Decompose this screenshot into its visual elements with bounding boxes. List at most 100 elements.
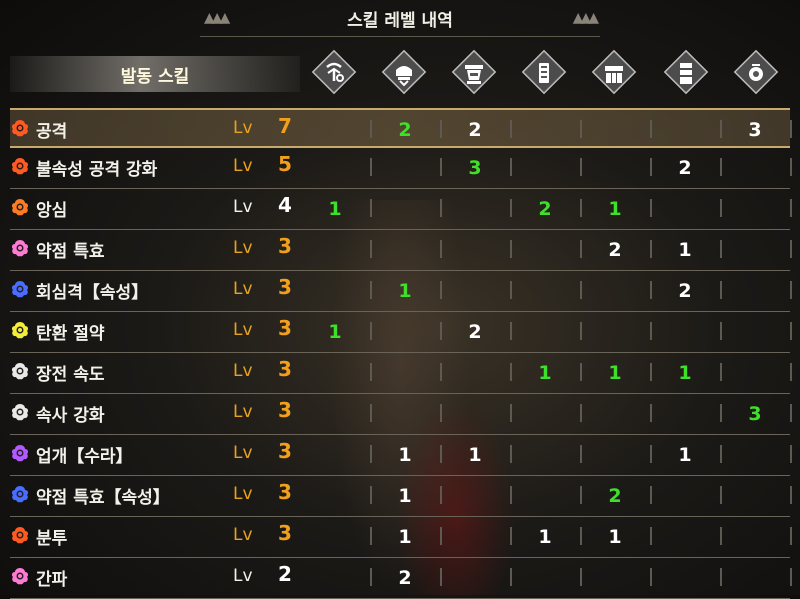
column-separator [370, 363, 372, 381]
skill-points-leg-armor: 1 [678, 444, 692, 466]
skill-row[interactable]: 탄환 절약 Lv 3 1 2 [10, 312, 792, 353]
skill-row[interactable]: 간파 Lv 2 2 [10, 558, 792, 599]
skill-level: 5 [278, 152, 292, 176]
skill-row[interactable]: 공격 Lv 7 2 2 3 [10, 108, 792, 148]
skill-level: 3 [278, 316, 292, 340]
skill-points-talisman: 3 [748, 119, 762, 141]
level-label: Lv [233, 484, 253, 504]
level-label: Lv [233, 118, 253, 138]
skill-points-leg-armor: 1 [678, 239, 692, 261]
title-bar: ▲▲▲ 스킬 레벨 내역 ▲▲▲ [200, 0, 600, 37]
skill-points-helm: 1 [398, 526, 412, 548]
skill-points-waist-armor: 1 [608, 198, 622, 220]
column-separator [720, 158, 722, 176]
skill-points-chest-armor: 1 [468, 444, 482, 466]
column-separator [790, 404, 792, 422]
orange-skill-icon [10, 118, 30, 138]
weapon-icon [310, 48, 358, 96]
skill-points-waist-armor: 1 [608, 526, 622, 548]
column-separator [720, 527, 722, 545]
column-separator [440, 486, 442, 504]
skill-points-leg-armor: 2 [678, 157, 692, 179]
skill-name: 불속성 공격 강화 [36, 160, 158, 180]
column-separator [370, 240, 372, 258]
column-separator [510, 404, 512, 422]
title-ornament-left: ▲▲▲ [204, 10, 230, 26]
arm-armor-icon [520, 48, 568, 96]
skill-list: 공격 Lv 7 2 2 3 불속성 공격 강화 Lv 5 3 2 앙심 Lv 4 1 2 1 약점 특효 Lv 3 2 1… [0, 108, 800, 599]
level-label: Lv [233, 566, 253, 586]
column-separator [370, 199, 372, 217]
skill-points-helm: 1 [398, 485, 412, 507]
skill-points-leg-armor: 2 [678, 280, 692, 302]
column-separator [790, 120, 792, 138]
level-label: Lv [233, 443, 253, 463]
skill-row[interactable]: 앙심 Lv 4 1 2 1 [10, 189, 792, 230]
skill-level: 3 [278, 398, 292, 422]
column-separator [790, 281, 792, 299]
column-separator [790, 199, 792, 217]
skill-points-arm-armor: 1 [538, 362, 552, 384]
column-separator [720, 281, 722, 299]
skill-points-leg-armor: 1 [678, 362, 692, 384]
white-skill-icon [10, 361, 30, 381]
level-label: Lv [233, 156, 253, 176]
title-ornament-right: ▲▲▲ [572, 10, 599, 26]
skill-points-helm: 1 [398, 444, 412, 466]
column-separator [720, 240, 722, 258]
skill-level: 2 [278, 562, 292, 586]
white-skill-icon [10, 402, 30, 422]
level-label: Lv [233, 238, 253, 258]
skill-row[interactable]: 장전 속도 Lv 3 1 1 1 [10, 353, 792, 394]
column-separator [510, 158, 512, 176]
level-label: Lv [233, 197, 253, 217]
column-separator [510, 240, 512, 258]
skill-points-helm: 2 [398, 119, 412, 141]
column-separator [650, 404, 652, 422]
column-separator [510, 445, 512, 463]
skill-row[interactable]: 업개【수라】 Lv 3 1 1 1 [10, 435, 792, 476]
page-title: 스킬 레벨 내역 [347, 10, 453, 31]
talisman-icon [732, 48, 780, 96]
orange-skill-icon [10, 197, 30, 217]
column-separator [580, 445, 582, 463]
waist-armor-icon [590, 48, 638, 96]
skill-name: 회심격【속성】 [36, 283, 149, 303]
column-separator [720, 568, 722, 586]
column-separator [650, 199, 652, 217]
skill-name: 약점 특효 [36, 242, 105, 262]
skill-row[interactable]: 회심격【속성】 Lv 3 1 2 [10, 271, 792, 312]
skill-points-weapon: 1 [328, 198, 342, 220]
skill-points-helm: 1 [398, 280, 412, 302]
column-separator [510, 322, 512, 340]
skill-name: 앙심 [36, 201, 68, 221]
column-separator [720, 199, 722, 217]
level-label: Lv [233, 320, 253, 340]
column-separator [790, 363, 792, 381]
skill-points-helm: 2 [398, 567, 412, 589]
skill-level: 3 [278, 275, 292, 299]
pink-skill-icon [10, 566, 30, 586]
column-separator [440, 527, 442, 545]
skill-name: 약점 특효【속성】 [36, 488, 170, 508]
blue-skill-icon [10, 279, 30, 299]
column-separator [370, 158, 372, 176]
chest-armor-icon [450, 48, 498, 96]
skill-name: 업개【수라】 [36, 447, 133, 467]
skill-level: 3 [278, 521, 292, 545]
skill-row[interactable]: 약점 특효【속성】 Lv 3 1 2 [10, 476, 792, 517]
skill-row[interactable]: 속사 강화 Lv 3 3 [10, 394, 792, 435]
skill-row[interactable]: 분투 Lv 3 1 1 1 [10, 517, 792, 558]
column-separator [370, 322, 372, 340]
column-separator [580, 158, 582, 176]
skill-row[interactable]: 불속성 공격 강화 Lv 5 3 2 [10, 148, 792, 189]
helm-icon [380, 48, 428, 96]
column-separator [510, 120, 512, 138]
skill-row[interactable]: 약점 특효 Lv 3 2 1 [10, 230, 792, 271]
column-separator [790, 486, 792, 504]
column-separator [440, 199, 442, 217]
column-separator [440, 240, 442, 258]
skill-points-chest-armor: 2 [468, 321, 482, 343]
column-separator [720, 486, 722, 504]
column-separator [650, 486, 652, 504]
